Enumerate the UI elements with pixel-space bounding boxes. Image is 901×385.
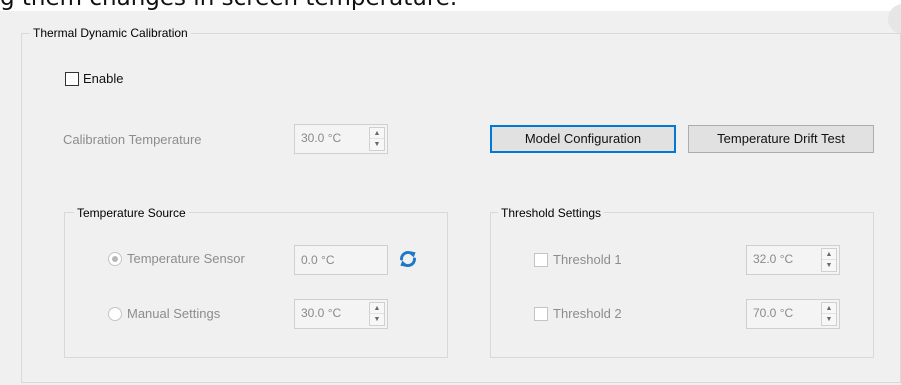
temperature-source-title: Temperature Source (74, 206, 189, 220)
threshold-2-checkbox[interactable] (534, 307, 548, 321)
enable-checkbox[interactable] (65, 72, 79, 86)
temperature-sensor-value: 0.0 °C (301, 253, 335, 267)
threshold-1-spinbox[interactable]: 32.0 °C ▲ ▼ (746, 245, 840, 275)
temperature-sensor-value-field: 0.0 °C (294, 245, 388, 275)
spin-down-icon[interactable]: ▼ (822, 314, 836, 325)
spin-arrows[interactable]: ▲ ▼ (369, 127, 385, 151)
manual-settings-label[interactable]: Manual Settings (127, 306, 220, 322)
calibration-temperature-value: 30.0 °C (301, 131, 342, 145)
spin-up-icon[interactable]: ▲ (370, 128, 384, 139)
threshold-1-checkbox[interactable] (534, 253, 548, 267)
spin-up-icon[interactable]: ▲ (822, 249, 836, 260)
thermal-dynamic-calibration-title: Thermal Dynamic Calibration (30, 26, 191, 40)
spin-down-icon[interactable]: ▼ (822, 260, 836, 271)
manual-settings-value: 30.0 °C (301, 306, 342, 320)
threshold-1-label[interactable]: Threshold 1 (553, 252, 622, 268)
spin-arrows[interactable]: ▲ ▼ (821, 302, 837, 326)
temperature-source-group (64, 212, 448, 358)
spin-arrows[interactable]: ▲ ▼ (369, 302, 385, 326)
radio-selected-dot (112, 256, 118, 262)
temperature-sensor-label[interactable]: Temperature Sensor (127, 251, 245, 267)
calibration-temperature-spinbox[interactable]: 30.0 °C ▲ ▼ (294, 124, 388, 154)
threshold-settings-title: Threshold Settings (498, 206, 605, 220)
threshold-2-value: 70.0 °C (753, 306, 794, 320)
threshold-2-spinbox[interactable]: 70.0 °C ▲ ▼ (746, 299, 840, 329)
threshold-2-label[interactable]: Threshold 2 (553, 306, 622, 322)
refresh-icon[interactable] (397, 248, 419, 270)
calibration-panel: g them changes in screen temperature. Th… (0, 0, 901, 385)
calibration-temperature-label: Calibration Temperature (63, 132, 202, 147)
threshold-1-value: 32.0 °C (753, 252, 794, 266)
temperature-sensor-radio[interactable] (108, 252, 122, 266)
spin-down-icon[interactable]: ▼ (370, 139, 384, 150)
threshold-settings-group (490, 212, 874, 358)
spin-arrows[interactable]: ▲ ▼ (821, 248, 837, 272)
temperature-drift-test-button[interactable]: Temperature Drift Test (688, 125, 874, 153)
enable-label[interactable]: Enable (83, 71, 123, 87)
model-configuration-button[interactable]: Model Configuration (490, 125, 676, 153)
spin-down-icon[interactable]: ▼ (370, 314, 384, 325)
spin-up-icon[interactable]: ▲ (822, 303, 836, 314)
banner-text: g them changes in screen temperature. (0, 0, 457, 10)
manual-settings-spinbox[interactable]: 30.0 °C ▲ ▼ (294, 299, 388, 329)
manual-settings-radio[interactable] (108, 307, 122, 321)
spin-up-icon[interactable]: ▲ (370, 303, 384, 314)
